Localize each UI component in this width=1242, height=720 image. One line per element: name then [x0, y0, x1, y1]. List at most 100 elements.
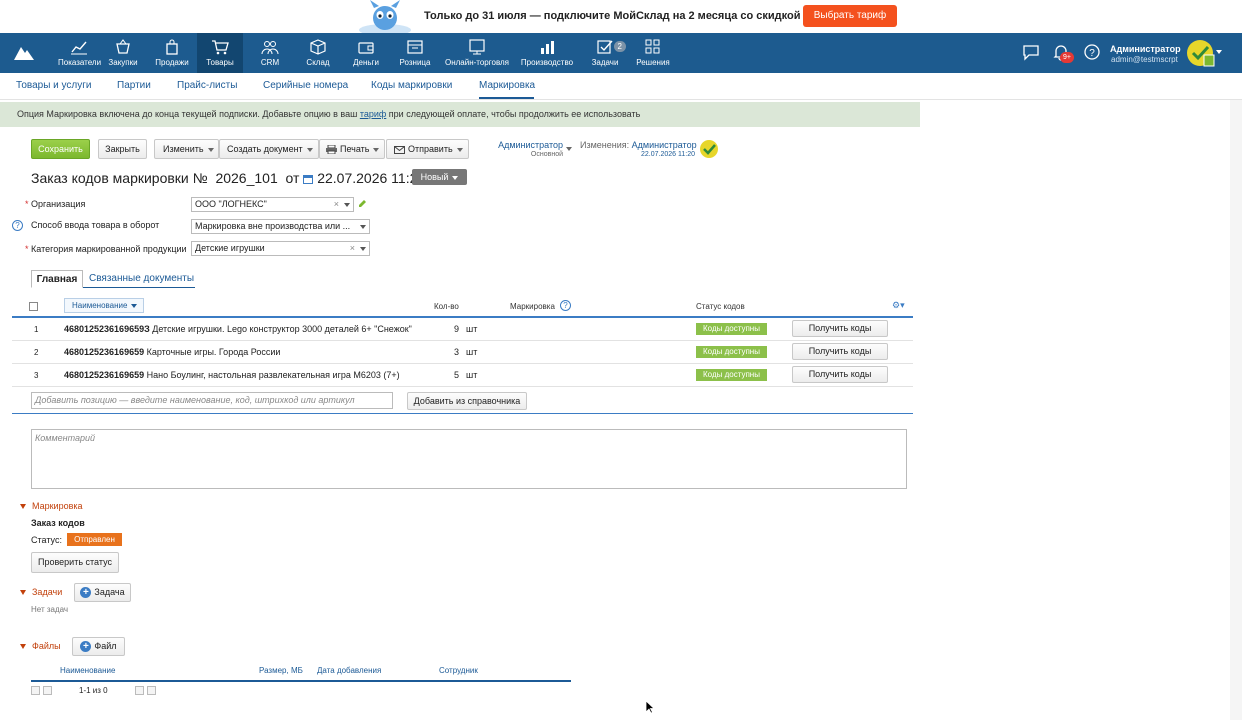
- plus-icon: +: [80, 587, 92, 599]
- sub-navigation: Товары и услуги Партии Прайс-листы Серий…: [0, 73, 1242, 100]
- chevron-down-icon: [373, 147, 380, 152]
- tab-batches[interactable]: Партии: [117, 80, 151, 91]
- calendar-icon[interactable]: [303, 174, 314, 184]
- nav-item-sales[interactable]: Продажи: [152, 33, 192, 73]
- tariff-link[interactable]: тариф: [360, 109, 386, 119]
- chevron-down-icon: [360, 225, 366, 229]
- monitor-icon: [469, 39, 485, 55]
- bars-icon: [541, 41, 554, 54]
- status-badge: Коды доступны: [696, 323, 767, 335]
- nav-item-tasks[interactable]: 2 Задачи: [584, 33, 626, 73]
- table-row[interactable]: 1 4680125236169659З Детские игрушки. Leg…: [12, 318, 913, 341]
- status-label: Статус:: [31, 535, 62, 545]
- user-email: admin@testmscrpt: [1111, 55, 1178, 64]
- tab-serial-numbers[interactable]: Серийные номера: [263, 80, 348, 91]
- last-page-button[interactable]: [147, 686, 156, 695]
- nav-item-production[interactable]: Производство: [517, 33, 577, 73]
- nav-item-money[interactable]: Деньги: [346, 33, 386, 73]
- nav-item-crm[interactable]: CRM: [250, 33, 290, 73]
- pencil-icon[interactable]: [358, 199, 367, 208]
- help-icon[interactable]: ?: [1083, 43, 1101, 61]
- category-label: * Категория маркированной продукции: [25, 244, 187, 254]
- user-name[interactable]: Администратор: [1110, 44, 1181, 54]
- nav-item-retail[interactable]: Розница: [392, 33, 438, 73]
- chart-icon: [71, 41, 87, 55]
- no-tasks-text: Нет задач: [31, 605, 69, 614]
- section-files-toggle[interactable]: Файлы: [20, 641, 61, 651]
- chevron-down-icon: [456, 147, 463, 152]
- tab-main[interactable]: Главная: [31, 270, 83, 288]
- files-table-divider: [31, 680, 571, 682]
- files-column-size: Размер, МБ: [259, 666, 303, 675]
- close-button[interactable]: Закрыть: [98, 139, 147, 159]
- organization-label: * Организация: [25, 199, 86, 209]
- nav-item-indicators[interactable]: Показатели: [58, 33, 101, 73]
- active-tab-indicator: [479, 97, 534, 99]
- next-page-button[interactable]: [135, 686, 144, 695]
- category-select[interactable]: Детские игрушки ×: [191, 241, 370, 256]
- chat-icon[interactable]: [1022, 43, 1040, 61]
- send-button[interactable]: Отправить: [386, 139, 469, 159]
- nav-item-solutions[interactable]: Решения: [632, 33, 674, 73]
- check-status-button[interactable]: Проверить статус: [31, 552, 119, 573]
- section-marking-toggle[interactable]: Маркировка: [20, 501, 83, 511]
- nav-item-online-trade[interactable]: Онлайн-торговля: [443, 33, 511, 73]
- owner-name[interactable]: Администратор: [490, 140, 563, 150]
- save-button[interactable]: Сохранить: [31, 139, 90, 159]
- method-select[interactable]: Маркировка вне производства или ...: [191, 219, 370, 234]
- create-document-button[interactable]: Создать документ: [219, 139, 319, 159]
- prev-page-button[interactable]: [43, 686, 52, 695]
- clear-icon[interactable]: ×: [350, 242, 355, 255]
- wallet-icon: [358, 42, 374, 54]
- add-file-button[interactable]: + Файл: [72, 637, 125, 656]
- files-column-date: Дата добавления: [317, 666, 382, 675]
- user-menu-chevron-icon[interactable]: [1216, 50, 1222, 54]
- edit-menu-button[interactable]: Изменить: [154, 139, 219, 159]
- add-position-input[interactable]: Добавить позицию — введите наименование,…: [31, 392, 393, 409]
- check-icon: [597, 40, 613, 54]
- scrollbar[interactable]: [1230, 100, 1242, 720]
- logo-icon[interactable]: [14, 44, 34, 60]
- get-codes-button[interactable]: Получить коды: [792, 320, 888, 337]
- organization-select[interactable]: ООО "ЛОГНЕКС" ×: [191, 197, 354, 212]
- print-button[interactable]: Печать: [319, 139, 385, 159]
- table-row[interactable]: 2 4680125236169659 Карточные игры. Город…: [12, 341, 913, 364]
- add-from-catalog-button[interactable]: Добавить из справочника: [407, 392, 527, 410]
- first-page-button[interactable]: [31, 686, 40, 695]
- nav-item-goods[interactable]: Товары: [197, 33, 243, 73]
- nav-item-purchases[interactable]: Закупки: [104, 33, 142, 73]
- get-codes-button[interactable]: Получить коды: [792, 366, 888, 383]
- column-header-qty: Кол-во: [434, 302, 459, 311]
- tab-related-documents[interactable]: Связанные документы: [89, 273, 194, 284]
- tab-marking[interactable]: Маркировка: [479, 80, 535, 91]
- avatar[interactable]: [1186, 38, 1216, 68]
- chevron-down-icon: [306, 147, 313, 152]
- choose-tariff-button[interactable]: Выбрать тариф: [803, 5, 897, 27]
- comment-field[interactable]: Комментарий: [31, 429, 907, 489]
- owner-chevron-icon[interactable]: [566, 147, 572, 151]
- plus-icon: +: [80, 641, 92, 653]
- tab-marking-codes[interactable]: Коды маркировки: [371, 80, 452, 91]
- tab-price-lists[interactable]: Прайс-листы: [177, 80, 237, 91]
- tab-goods-services[interactable]: Товары и услуги: [16, 80, 92, 91]
- table-row[interactable]: 3 4680125236169659 Нано Боулинг, настоль…: [12, 364, 913, 387]
- changes-date: 22.07.2026 11:20: [641, 151, 695, 158]
- add-task-button[interactable]: + Задача: [74, 583, 131, 602]
- doc-date[interactable]: 22.07.2026 11:20: [317, 170, 425, 186]
- nav-item-warehouse[interactable]: Склад: [297, 33, 339, 73]
- help-icon[interactable]: ?: [560, 300, 571, 311]
- gear-icon[interactable]: ⚙▾: [892, 300, 905, 311]
- column-header-name[interactable]: Наименование: [64, 298, 144, 313]
- select-all-checkbox[interactable]: [29, 302, 38, 311]
- doc-number[interactable]: 2026_101: [215, 170, 277, 186]
- top-navigation: Показатели Закупки Продажи Товары CRM Ск…: [0, 33, 1242, 73]
- get-codes-button[interactable]: Получить коды: [792, 343, 888, 360]
- tabs-divider: [83, 287, 195, 288]
- help-icon[interactable]: ?: [12, 220, 23, 231]
- printer-icon: [326, 144, 337, 155]
- status-dropdown[interactable]: Новый: [412, 169, 467, 185]
- status-badge: Коды доступны: [696, 369, 767, 381]
- section-tasks-toggle[interactable]: Задачи: [20, 587, 62, 597]
- register-icon: [407, 40, 423, 54]
- clear-icon[interactable]: ×: [334, 198, 339, 211]
